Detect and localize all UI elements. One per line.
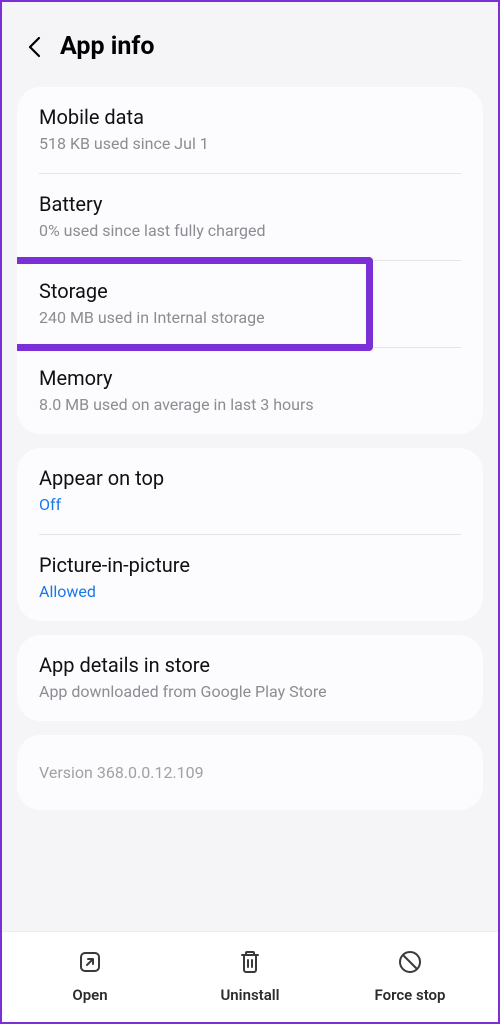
battery-subtitle: 0% used since last fully charged — [39, 221, 461, 240]
battery-title: Battery — [39, 192, 461, 216]
usage-card: Mobile data 518 KB used since Jul 1 Batt… — [17, 87, 483, 434]
page-title: App info — [60, 32, 154, 61]
memory-subtitle: 8.0 MB used on average in last 3 hours — [39, 395, 461, 414]
pip-value: Allowed — [39, 582, 461, 601]
open-icon — [76, 948, 104, 976]
chevron-left-icon — [27, 36, 41, 58]
back-button[interactable] — [24, 37, 44, 57]
app-details-subtitle: App downloaded from Google Play Store — [39, 682, 461, 701]
appear-on-top-value: Off — [39, 495, 461, 514]
stop-icon — [396, 948, 424, 976]
uninstall-label: Uninstall — [220, 986, 279, 1004]
storage-title: Storage — [39, 279, 461, 303]
appear-on-top-title: Appear on top — [39, 466, 461, 490]
open-label: Open — [72, 986, 107, 1004]
mobile-data-item[interactable]: Mobile data 518 KB used since Jul 1 — [17, 87, 483, 173]
details-card: App details in store App downloaded from… — [17, 635, 483, 721]
memory-title: Memory — [39, 366, 461, 390]
open-button[interactable]: Open — [10, 948, 170, 1004]
pip-title: Picture-in-picture — [39, 553, 461, 577]
version-card: Version 368.0.0.12.109 — [17, 735, 483, 810]
bottom-action-bar: Open Uninstall Force stop — [2, 931, 498, 1022]
app-details-title: App details in store — [39, 653, 461, 677]
version-text: Version 368.0.0.12.109 — [39, 763, 461, 782]
battery-item[interactable]: Battery 0% used since last fully charged — [17, 174, 483, 260]
storage-subtitle: 240 MB used in Internal storage — [39, 308, 461, 327]
trash-icon — [236, 948, 264, 976]
mobile-data-title: Mobile data — [39, 105, 461, 129]
app-details-item[interactable]: App details in store App downloaded from… — [17, 635, 483, 721]
appear-on-top-item[interactable]: Appear on top Off — [17, 448, 483, 534]
storage-item[interactable]: Storage 240 MB used in Internal storage — [17, 261, 483, 347]
mobile-data-subtitle: 518 KB used since Jul 1 — [39, 134, 461, 153]
display-card: Appear on top Off Picture-in-picture All… — [17, 448, 483, 621]
memory-item[interactable]: Memory 8.0 MB used on average in last 3 … — [17, 348, 483, 434]
force-stop-label: Force stop — [375, 986, 446, 1004]
pip-item[interactable]: Picture-in-picture Allowed — [17, 535, 483, 621]
uninstall-button[interactable]: Uninstall — [170, 948, 330, 1004]
header: App info — [2, 14, 498, 87]
force-stop-button[interactable]: Force stop — [330, 948, 490, 1004]
